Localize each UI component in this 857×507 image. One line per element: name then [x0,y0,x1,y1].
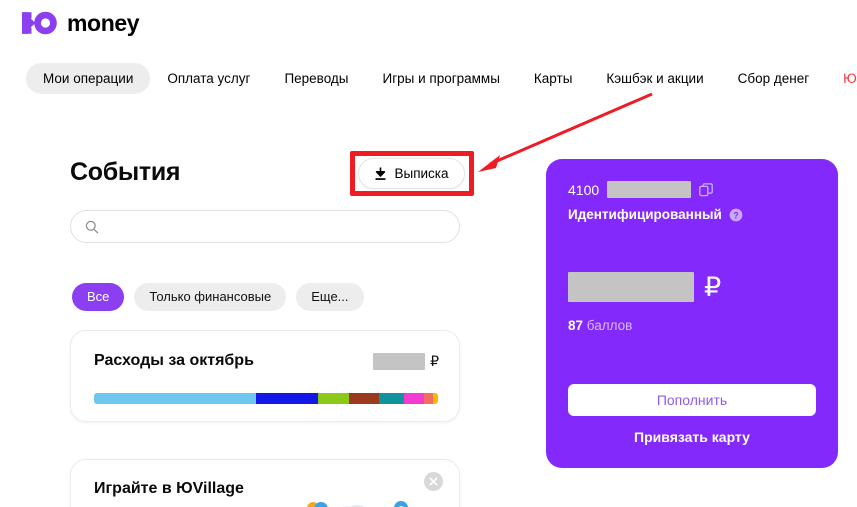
expenses-card-title: Расходы за октябрь [94,352,254,369]
help-circle-icon[interactable]: ? [729,208,743,222]
expense-segment [379,393,404,404]
loyalty-points-label: баллов [586,318,633,333]
app-window: money Мои операции Оплата услуг Переводы… [0,0,857,507]
tab-payment-services[interactable]: Оплата услуг [150,63,267,94]
balance-currency-symbol: ₽ [704,272,722,302]
link-card-button[interactable]: Привязать карту [546,429,838,445]
yoomoney-logo-icon [22,11,57,35]
account-status-row: Идентифицированный ? [568,207,743,222]
close-icon[interactable] [424,472,443,491]
game-promo-title: Играйте в ЮVillage [94,480,244,497]
copy-icon[interactable] [699,182,714,197]
expenses-currency-symbol: ₽ [430,352,439,369]
wallet-card: 4100 Идентифицированный ? ₽ 87 баллов По… [546,159,838,468]
search-icon [85,220,99,234]
search-bar[interactable] [70,210,460,243]
filter-chip-financial-only[interactable]: Только финансовые [134,283,287,311]
expense-segment [432,393,438,404]
filter-chip-all[interactable]: Все [72,283,125,311]
loyalty-points: 87 баллов [568,318,632,333]
balance-row: ₽ [568,272,721,302]
tab-games-programs[interactable]: Игры и программы [366,63,517,94]
expenses-card-header: Расходы за октябрь ₽ [94,352,439,370]
account-number-redacted [607,181,692,198]
svg-text:?: ? [733,210,739,220]
topup-button-label: Пополнить [656,392,728,408]
expenses-card[interactable]: Расходы за октябрь ₽ [70,330,460,422]
game-promo-illustration: ₽ ₽ [307,501,408,507]
game-promo-card[interactable]: Играйте в ЮVillage ₽ ₽ [70,459,460,507]
statement-button-label: Выписка [394,166,449,181]
search-input[interactable] [108,219,445,234]
filter-chip-more[interactable]: Еще... [296,283,364,311]
main-navigation: Мои операции Оплата услуг Переводы Игры … [26,63,857,94]
account-number-prefix: 4100 [568,181,600,198]
expense-segment [424,393,433,404]
tab-cards[interactable]: Карты [517,63,589,94]
loyalty-points-value: 87 [568,318,584,333]
topup-button[interactable]: Пополнить [568,384,816,416]
tab-my-operations[interactable]: Мои операции [26,63,151,94]
expenses-breakdown-bar [94,393,438,404]
tab-cashback[interactable]: Кэшбэк и акции [589,63,720,94]
tab-yovillage[interactable]: ЮVillage [826,63,857,94]
download-icon [375,167,386,180]
expense-segment [94,393,256,404]
account-status-label: Идентифицированный [568,207,722,222]
statement-button[interactable]: Выписка [358,158,465,189]
tab-money-collection[interactable]: Сбор денег [721,63,827,94]
expenses-amount: ₽ [373,352,439,370]
expense-segment [317,393,349,404]
account-number-row: 4100 [568,181,714,198]
expenses-amount-redacted [373,352,426,370]
expense-segment [255,393,318,404]
balance-redacted [568,272,694,302]
brand-name: money [67,10,140,36]
expense-segment [403,393,425,404]
tab-transfers[interactable]: Переводы [267,63,365,94]
page-title: События [70,158,181,186]
expense-segment [348,393,380,404]
filter-chips: Все Только финансовые Еще... [72,283,364,311]
brand-logo[interactable]: money [22,10,140,36]
close-x-icon [429,477,438,486]
